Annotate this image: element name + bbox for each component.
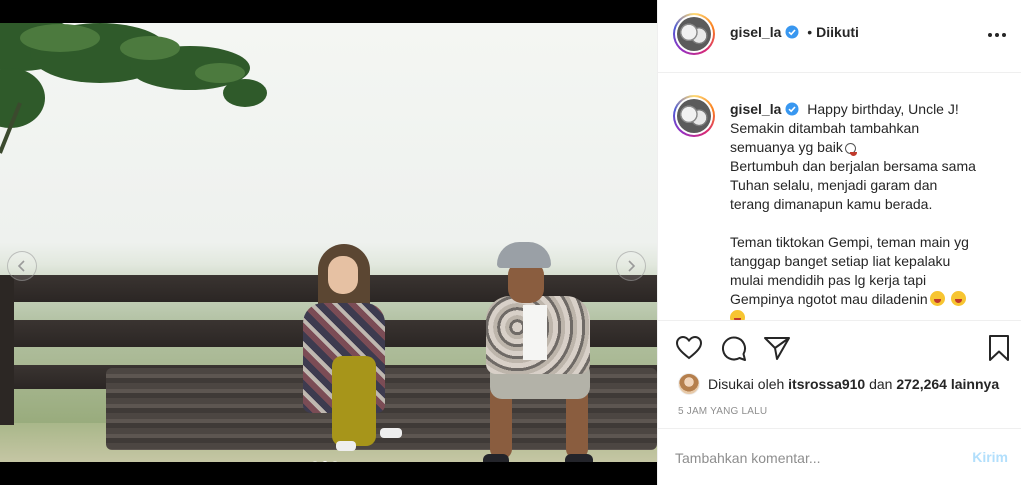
- emoji-icon: [730, 310, 745, 320]
- tongue-emoji-icon: [950, 291, 966, 306]
- post-timestamp[interactable]: 5 JAM YANG LALU: [678, 406, 767, 417]
- follow-separator: •: [807, 24, 813, 40]
- more-options-icon[interactable]: [986, 25, 1008, 45]
- caption-line: tanggap banget setiap liat kepalaku: [730, 253, 951, 269]
- chevron-left-icon: [17, 260, 25, 272]
- post-photo[interactable]: [0, 23, 657, 462]
- woman-face: [328, 256, 358, 294]
- post-comment-button[interactable]: Kirim: [972, 449, 1008, 465]
- caption-line: Bertumbuh dan berjalan bersama sama: [730, 158, 976, 174]
- caption-author-avatar[interactable]: [673, 95, 715, 137]
- comment-icon[interactable]: [719, 334, 747, 362]
- comment-input[interactable]: [675, 447, 945, 469]
- carousel-dot: [332, 461, 338, 462]
- carousel-prev-button[interactable]: [7, 251, 37, 281]
- fence-post: [0, 275, 14, 425]
- photo-tree-leaves: [0, 23, 267, 154]
- woman-pants: [332, 356, 376, 446]
- post-actions: Disukai oleh itsrossa910 dan 272,264 lai…: [658, 320, 1021, 428]
- caption-line: Tuhan selalu, menjadi garam dan: [730, 177, 938, 193]
- heart-icon[interactable]: [675, 334, 703, 362]
- add-comment-bar: Kirim: [658, 428, 1021, 485]
- woman-sandals: [332, 428, 406, 452]
- caption-line: mulai mendidih pas lg kerja tapi: [730, 272, 927, 288]
- caption-line: semuanya yg baik: [730, 139, 843, 155]
- tongue-emoji-icon: [929, 291, 945, 306]
- chevron-right-icon: [628, 260, 636, 272]
- carousel-indicator: [312, 461, 338, 462]
- liker-username[interactable]: itsrossa910: [788, 376, 865, 392]
- man-shoe: [483, 454, 509, 462]
- caption-line: terang dimanapun kamu berada.: [730, 196, 933, 212]
- author-username[interactable]: gisel_la: [730, 24, 781, 40]
- caption-line: Happy birthday, Uncle J!: [807, 101, 959, 117]
- bookmark-icon[interactable]: [985, 334, 1013, 362]
- smile-emoji-icon: [844, 143, 857, 156]
- carousel-dot: [322, 461, 328, 462]
- likes-count[interactable]: 272,264: [896, 376, 947, 392]
- author-line: gisel_la • Diikuti: [730, 24, 859, 40]
- author-avatar[interactable]: [673, 13, 715, 55]
- verified-badge-icon: [785, 102, 799, 116]
- post-header: gisel_la • Diikuti: [658, 0, 1021, 73]
- caption-line: Teman tiktokan Gempi, teman main yg: [730, 234, 969, 250]
- liker-avatar[interactable]: [678, 373, 700, 395]
- carousel-dot: [312, 461, 318, 462]
- likes-suffix[interactable]: lainnya: [951, 376, 999, 392]
- post-sidebar: gisel_la • Diikuti gisel_la Happy birthda…: [657, 0, 1021, 485]
- man-undershirt: [523, 305, 547, 360]
- follow-status-button[interactable]: Diikuti: [816, 24, 859, 40]
- likes-summary: Disukai oleh itsrossa910 dan 272,264 lai…: [678, 373, 999, 395]
- likes-prefix: Disukai oleh: [708, 376, 785, 392]
- caption-line: Semakin ditambah tambahkan: [730, 120, 920, 136]
- caption-username[interactable]: gisel_la: [730, 101, 781, 117]
- likes-connector: dan: [869, 376, 893, 392]
- man-shoe: [565, 454, 593, 462]
- post-caption: gisel_la Happy birthday, Uncle J! Semaki…: [730, 100, 1006, 320]
- verified-badge-icon: [785, 25, 799, 39]
- share-icon[interactable]: [763, 334, 791, 362]
- caption-line: Gempinya ngotot mau diladenin: [730, 291, 928, 307]
- post-media: [0, 0, 657, 485]
- comments-area[interactable]: gisel_la Happy birthday, Uncle J! Semaki…: [658, 74, 1021, 320]
- carousel-next-button[interactable]: [616, 251, 646, 281]
- man-cap: [497, 242, 551, 268]
